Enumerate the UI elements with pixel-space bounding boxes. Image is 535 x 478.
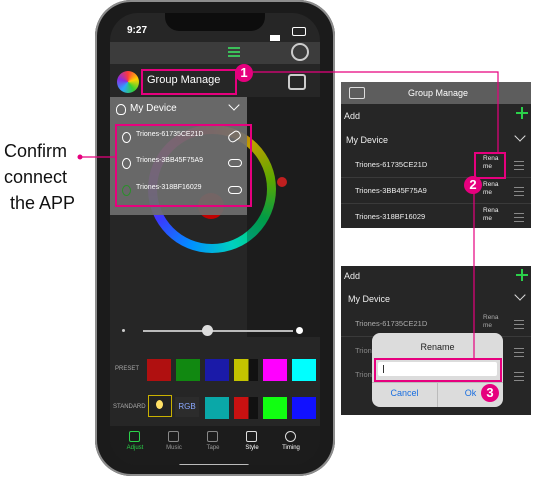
- step-badge-3: 3: [481, 384, 499, 402]
- connector-lines: [77, 71, 499, 358]
- step-badge-2: 2: [464, 176, 482, 194]
- connector-confirm-dot: [77, 154, 83, 160]
- step-badge-1: 1: [235, 64, 253, 82]
- connector-step1: [253, 71, 499, 152]
